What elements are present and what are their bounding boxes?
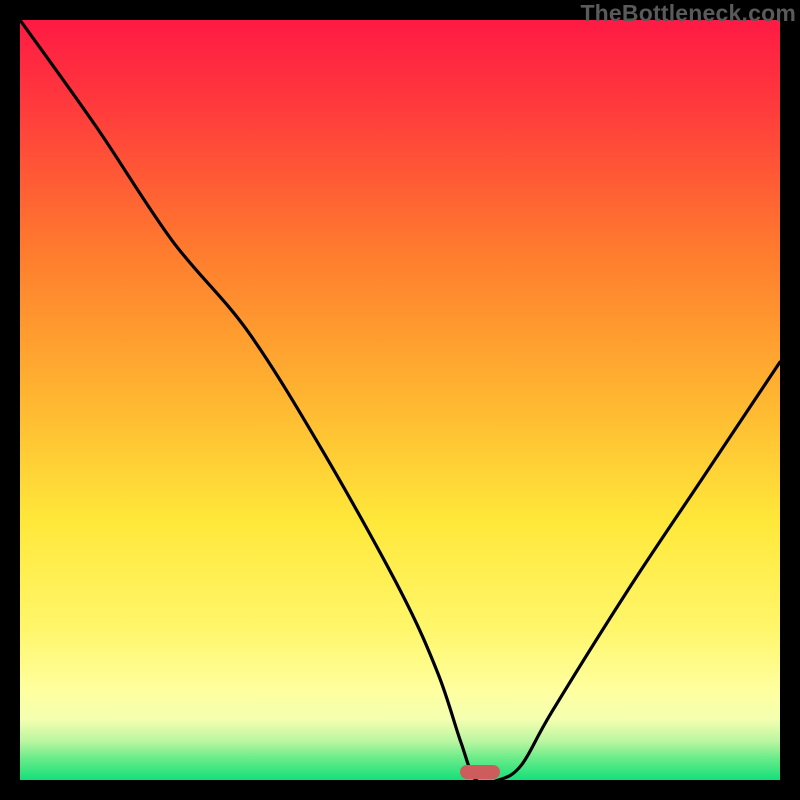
optimal-marker: [460, 765, 500, 779]
plot-area: [20, 20, 780, 780]
chart-frame: TheBottleneck.com: [0, 0, 800, 800]
watermark-text: TheBottleneck.com: [580, 0, 796, 27]
bottleneck-curve: [20, 20, 780, 780]
